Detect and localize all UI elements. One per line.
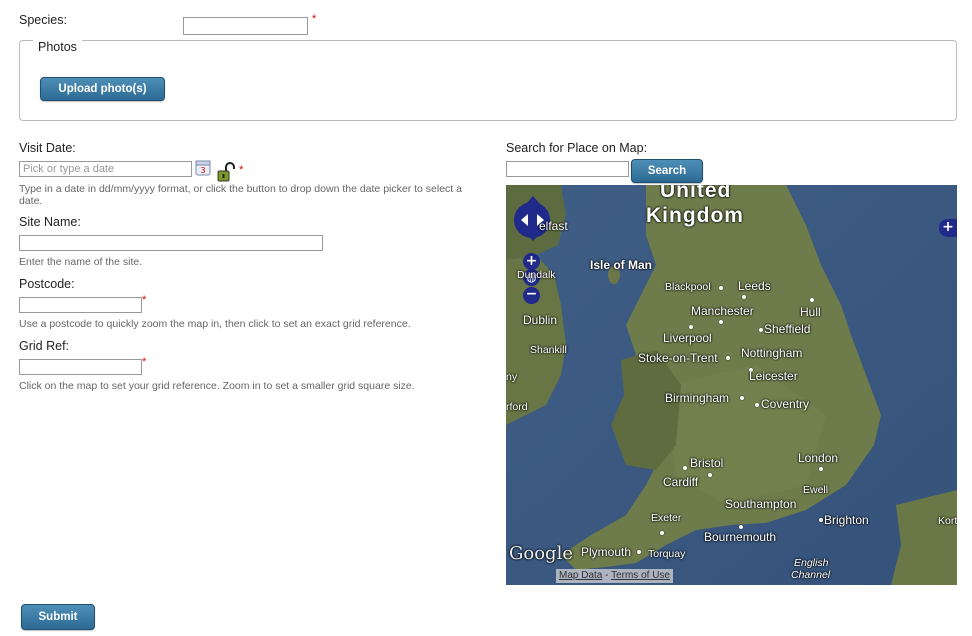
map-dot-coventry	[755, 403, 759, 407]
unlock-icon[interactable]	[217, 162, 235, 182]
map-view[interactable]: + ◍ − + United Kingdom Isle of Man elfas…	[506, 185, 957, 585]
map-label-dundalk: Dundalk	[517, 269, 556, 281]
map-label-liverpool: Liverpool	[663, 331, 712, 345]
map-label-coventry: Coventry	[761, 397, 810, 411]
postcode-required-mark: *	[142, 294, 147, 306]
map-dot-birmingham	[740, 396, 744, 400]
svg-text:3: 3	[200, 166, 205, 175]
map-label-exeter: Exeter	[651, 512, 682, 524]
site-name-label: Site Name:	[19, 215, 81, 229]
terms-of-use-link[interactable]: Terms of Use	[611, 570, 670, 581]
species-required-mark: *	[312, 13, 317, 25]
map-dot-plymouth	[637, 550, 641, 554]
map-dot-manchester	[719, 320, 723, 324]
layer-switcher-icon[interactable]: +	[939, 219, 957, 237]
species-label: Species:	[19, 13, 67, 27]
map-label-sea-line1: English	[794, 557, 829, 569]
map-dot-leeds	[742, 295, 746, 299]
map-label-torquay: Torquay	[648, 548, 686, 560]
calendar-icon[interactable]: 3	[195, 160, 211, 176]
map-search-label: Search for Place on Map:	[506, 141, 648, 155]
pan-up-icon[interactable]	[526, 196, 540, 204]
map-label-plymouth: Plymouth	[581, 545, 632, 559]
map-label-sea-line2: Channel	[791, 569, 831, 581]
map-label-bristol: Bristol	[690, 456, 724, 470]
map-label-cardiff: Cardiff	[663, 475, 699, 489]
map-label-shankill: Shankill	[530, 344, 567, 356]
map-label-hull: Hull	[800, 305, 821, 319]
map-label-sheffield: Sheffield	[764, 322, 811, 336]
map-label-ewell: Ewell	[803, 484, 829, 496]
map-dot-london	[819, 467, 823, 471]
map-label-nottingham: Nottingham	[741, 346, 803, 360]
site-name-input[interactable]	[19, 235, 323, 251]
map-data-link[interactable]: Map Data	[559, 570, 602, 581]
map-label-stoke: Stoke-on-Trent	[638, 351, 718, 365]
map-label-rford: rford	[506, 401, 528, 413]
zoom-in-icon[interactable]: +	[523, 253, 540, 270]
visit-date-required-mark: *	[239, 164, 244, 176]
zoom-out-icon[interactable]: −	[523, 287, 540, 304]
map-dot-stoke	[726, 356, 730, 360]
map-label-isle: Isle of Man	[590, 258, 653, 272]
grid-ref-hint: Click on the map to set your grid refere…	[19, 380, 415, 392]
map-label-bournemouth: Bournemouth	[704, 530, 777, 544]
visit-date-hint: Type in a date in dd/mm/yyyy format, or …	[19, 183, 462, 207]
map-label-country-line1: United	[660, 185, 732, 202]
postcode-label: Postcode:	[19, 277, 75, 291]
submit-button[interactable]: Submit	[21, 604, 95, 630]
map-label-birmingham: Birmingham	[665, 391, 730, 405]
map-label-brighton: Brighton	[824, 513, 869, 527]
map-dot-exeter	[660, 531, 664, 535]
map-dot-brighton	[819, 518, 823, 522]
map-label-london: London	[798, 451, 839, 465]
grid-ref-label: Grid Ref:	[19, 339, 70, 353]
map-label-country-line2: Kingdom	[646, 204, 744, 227]
pan-down-icon[interactable]	[526, 233, 540, 241]
map-label-dublin: Dublin	[523, 313, 558, 327]
map-dot-liverpool	[689, 325, 693, 329]
grid-ref-input[interactable]	[19, 359, 142, 375]
map-attribution-separator: -	[602, 570, 612, 581]
map-label-belfast: elfast	[539, 219, 568, 233]
map-search-input[interactable]	[506, 161, 629, 177]
map-label-leicester: Leicester	[749, 369, 798, 383]
postcode-input[interactable]	[19, 297, 142, 313]
map-attribution: Map Data - Terms of Use	[556, 569, 673, 583]
map-label-manchester: Manchester	[691, 304, 754, 318]
species-input[interactable]	[183, 17, 308, 35]
map-terrain	[506, 185, 957, 585]
map-dot-blackpool	[719, 286, 723, 290]
pan-left-icon[interactable]	[521, 214, 528, 226]
map-dot-sheffield	[759, 328, 763, 332]
postcode-hint: Use a postcode to quickly zoom the map i…	[19, 318, 411, 330]
map-label-ny: ny	[506, 371, 518, 383]
google-logo: Google	[509, 543, 573, 564]
upload-photos-button[interactable]: Upload photo(s)	[40, 77, 165, 101]
map-label-leeds: Leeds	[738, 279, 771, 293]
grid-ref-required-mark: *	[142, 356, 147, 368]
map-label-blackpool: Blackpool	[665, 281, 711, 293]
map-label-kort: Kort	[938, 515, 957, 527]
visit-date-label: Visit Date:	[19, 141, 76, 155]
map-dot-bristol	[683, 466, 687, 470]
map-search-button[interactable]: Search	[631, 159, 703, 183]
photos-legend: Photos	[33, 40, 82, 54]
map-dot-hull	[810, 298, 814, 302]
visit-date-input[interactable]	[19, 161, 192, 177]
map-dot-bournemouth	[739, 525, 743, 529]
site-name-hint: Enter the name of the site.	[19, 256, 143, 268]
map-label-southampton: Southampton	[725, 497, 797, 511]
map-dot-cardiff	[708, 473, 712, 477]
